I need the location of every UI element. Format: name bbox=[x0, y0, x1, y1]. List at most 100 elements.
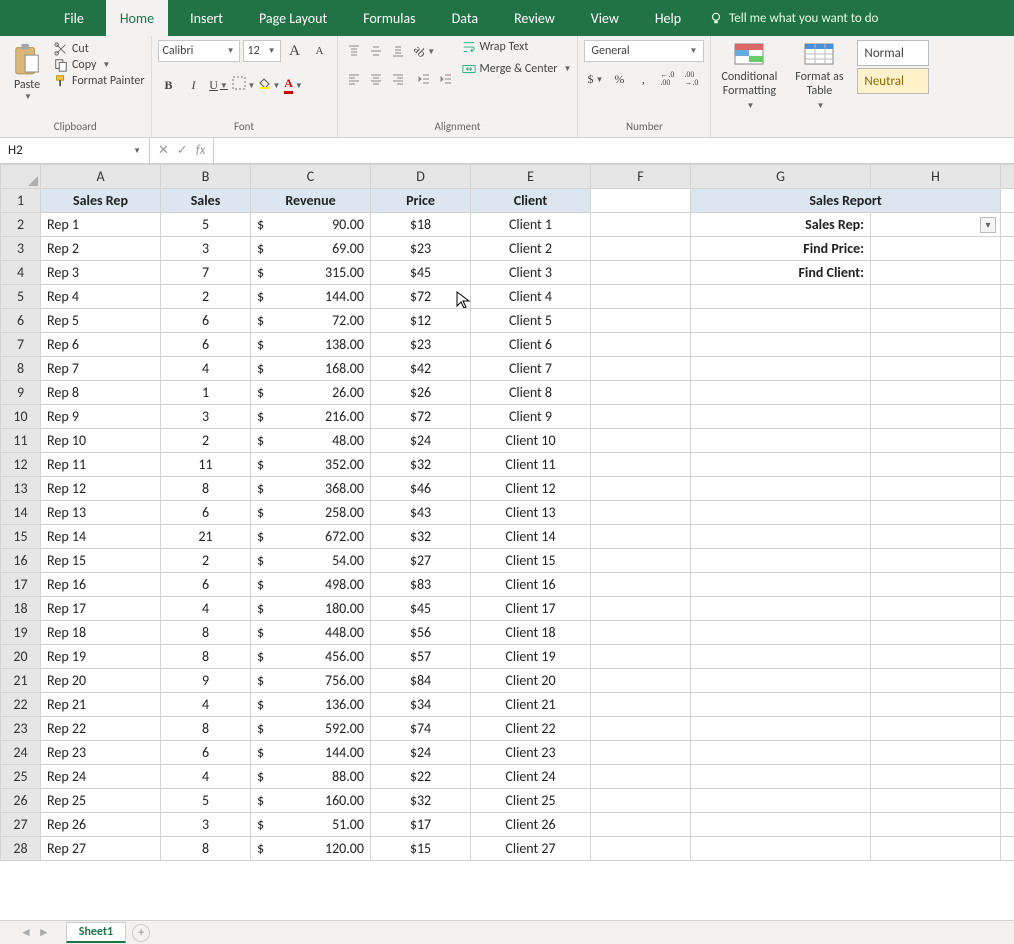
row-header[interactable]: 24 bbox=[1, 741, 41, 765]
cell[interactable]: Client 2 bbox=[471, 237, 591, 261]
cell[interactable]: Revenue bbox=[251, 189, 371, 213]
increase-decimal-button[interactable]: ←.0.00 bbox=[656, 68, 678, 90]
cell[interactable]: Client 19 bbox=[471, 645, 591, 669]
font-size-dropdown[interactable]: 12▼ bbox=[243, 40, 281, 62]
cell[interactable] bbox=[1001, 357, 1014, 381]
cell[interactable] bbox=[691, 357, 871, 381]
cell[interactable]: $45 bbox=[371, 597, 471, 621]
cell[interactable]: 4 bbox=[161, 693, 251, 717]
cell[interactable]: Rep 13 bbox=[41, 501, 161, 525]
row-header[interactable]: 8 bbox=[1, 357, 41, 381]
cell[interactable]: $216.00 bbox=[251, 405, 371, 429]
cell[interactable]: $32 bbox=[371, 525, 471, 549]
cancel-formula-icon[interactable]: ✕ bbox=[158, 143, 169, 158]
cell[interactable]: $26 bbox=[371, 381, 471, 405]
cell[interactable] bbox=[1001, 597, 1014, 621]
cell[interactable]: Client 1 bbox=[471, 213, 591, 237]
cell[interactable]: $498.00 bbox=[251, 573, 371, 597]
cell[interactable] bbox=[691, 741, 871, 765]
cell[interactable]: Rep 11 bbox=[41, 453, 161, 477]
cell[interactable] bbox=[591, 237, 691, 261]
cell[interactable]: 8 bbox=[161, 717, 251, 741]
cell[interactable] bbox=[1001, 693, 1014, 717]
cell[interactable]: 6 bbox=[161, 333, 251, 357]
enter-formula-icon[interactable]: ✓ bbox=[177, 143, 188, 158]
cell[interactable]: 4 bbox=[161, 765, 251, 789]
cell[interactable] bbox=[691, 549, 871, 573]
cell[interactable]: 8 bbox=[161, 621, 251, 645]
cell[interactable] bbox=[591, 813, 691, 837]
cell[interactable]: Client 13 bbox=[471, 501, 591, 525]
cell[interactable]: $46 bbox=[371, 477, 471, 501]
cell[interactable]: $672.00 bbox=[251, 525, 371, 549]
cell[interactable]: 9 bbox=[161, 669, 251, 693]
fill-color-button[interactable]: ▼ bbox=[258, 74, 280, 96]
cell[interactable]: Client 14 bbox=[471, 525, 591, 549]
row-header[interactable]: 17 bbox=[1, 573, 41, 597]
cell[interactable] bbox=[591, 837, 691, 861]
orientation-button[interactable]: ab▼ bbox=[414, 40, 436, 62]
conditional-formatting-button[interactable]: Conditional Formatting▼ bbox=[717, 40, 781, 112]
cell[interactable]: Rep 16 bbox=[41, 573, 161, 597]
cell[interactable]: 8 bbox=[161, 837, 251, 861]
cell[interactable]: $592.00 bbox=[251, 717, 371, 741]
cell[interactable] bbox=[1001, 405, 1014, 429]
paste-button[interactable]: Paste ▼ bbox=[6, 40, 48, 102]
cell[interactable] bbox=[871, 717, 1001, 741]
cell[interactable]: $69.00 bbox=[251, 237, 371, 261]
cell-style-neutral[interactable]: Neutral bbox=[857, 68, 929, 94]
cell[interactable] bbox=[1001, 309, 1014, 333]
cell[interactable] bbox=[1001, 669, 1014, 693]
row-header[interactable]: 26 bbox=[1, 789, 41, 813]
row-header[interactable]: 9 bbox=[1, 381, 41, 405]
cell[interactable]: 4 bbox=[161, 597, 251, 621]
cell[interactable]: 11 bbox=[161, 453, 251, 477]
cell[interactable]: Client 18 bbox=[471, 621, 591, 645]
format-painter-button[interactable]: Format Painter bbox=[54, 74, 145, 88]
cell[interactable] bbox=[1001, 237, 1014, 261]
align-left-button[interactable] bbox=[344, 68, 364, 90]
cell[interactable]: $144.00 bbox=[251, 285, 371, 309]
cell[interactable]: $43 bbox=[371, 501, 471, 525]
cell[interactable]: $180.00 bbox=[251, 597, 371, 621]
row-header[interactable]: 12 bbox=[1, 453, 41, 477]
borders-button[interactable]: ▼ bbox=[233, 74, 255, 96]
cell[interactable]: Rep 7 bbox=[41, 357, 161, 381]
cell[interactable]: $756.00 bbox=[251, 669, 371, 693]
cell[interactable]: $168.00 bbox=[251, 357, 371, 381]
row-header[interactable]: 14 bbox=[1, 501, 41, 525]
cell[interactable] bbox=[871, 285, 1001, 309]
cell[interactable]: Rep 15 bbox=[41, 549, 161, 573]
cell[interactable]: Rep 10 bbox=[41, 429, 161, 453]
sales-rep-dropdown[interactable] bbox=[871, 213, 1001, 237]
col-header-C[interactable]: C bbox=[251, 165, 371, 189]
cell[interactable]: Rep 27 bbox=[41, 837, 161, 861]
cell[interactable]: $83 bbox=[371, 573, 471, 597]
cell[interactable] bbox=[871, 501, 1001, 525]
cell[interactable] bbox=[871, 477, 1001, 501]
cell[interactable] bbox=[871, 429, 1001, 453]
cell[interactable]: $144.00 bbox=[251, 741, 371, 765]
cell[interactable] bbox=[871, 669, 1001, 693]
cell[interactable] bbox=[1001, 189, 1014, 213]
cell[interactable]: Sales bbox=[161, 189, 251, 213]
cell[interactable]: $24 bbox=[371, 741, 471, 765]
tab-file[interactable]: File bbox=[50, 0, 98, 36]
cell[interactable]: Rep 25 bbox=[41, 789, 161, 813]
cell[interactable]: $456.00 bbox=[251, 645, 371, 669]
cell[interactable]: Rep 18 bbox=[41, 621, 161, 645]
cell[interactable]: 8 bbox=[161, 477, 251, 501]
cell[interactable]: Sales Rep: bbox=[691, 213, 871, 237]
cell[interactable]: $72 bbox=[371, 285, 471, 309]
cell[interactable]: Rep 1 bbox=[41, 213, 161, 237]
format-as-table-button[interactable]: Format as Table▼ bbox=[787, 40, 851, 112]
cell[interactable]: Client 3 bbox=[471, 261, 591, 285]
cell[interactable]: 8 bbox=[161, 645, 251, 669]
underline-button[interactable]: U▼ bbox=[208, 74, 230, 96]
formula-input[interactable] bbox=[214, 138, 1014, 163]
cell[interactable]: $34 bbox=[371, 693, 471, 717]
cell[interactable] bbox=[1001, 477, 1014, 501]
cell[interactable]: $42 bbox=[371, 357, 471, 381]
cell[interactable] bbox=[1001, 261, 1014, 285]
cell[interactable] bbox=[1001, 429, 1014, 453]
